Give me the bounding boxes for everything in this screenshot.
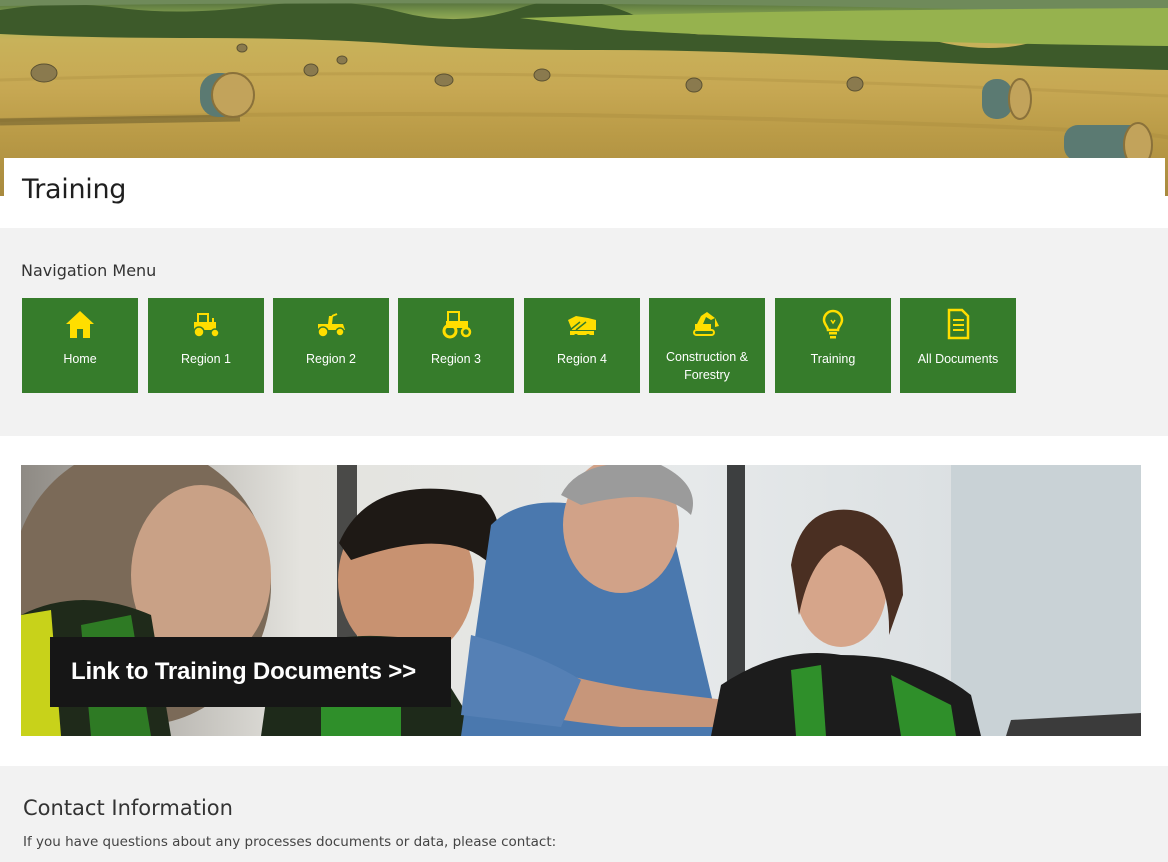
nav-tile-region-4[interactable]: Region 4 [524,298,640,393]
combine-icon [568,316,596,338]
nav-tile-label: All Documents [917,352,999,366]
nav-tile-construction-forestry[interactable]: Construction & Forestry [649,298,765,393]
nav-tile-region-2[interactable]: Region 2 [273,298,389,393]
nav-tile-label: Home [63,352,97,366]
navigation-menu-heading: Navigation Menu [21,261,157,280]
contact-text: If you have questions about any processe… [23,834,557,850]
tractor-icon [193,313,220,338]
training-documents-banner[interactable]: Link to Training Documents >> [21,465,1141,736]
nav-tile-home[interactable]: Home [22,298,138,393]
contact-heading: Contact Information [23,796,233,820]
nav-tile-label: Construction & Forestry [666,350,748,382]
home-icon [66,311,94,338]
excavator-icon [693,312,719,336]
nav-tile-training[interactable]: Training [775,298,891,393]
nav-tile-label: Training [810,352,856,366]
page-title: Training [22,174,127,205]
title-band [4,158,1165,228]
navigation-menu-section: Navigation Menu Home Region 1 Region 2 R… [0,228,1168,436]
nav-tile-label: Region 4 [556,352,608,366]
document-icon [947,308,970,340]
nav-tile-label: Region 3 [430,352,482,366]
nav-tile-label: Region 2 [305,352,357,366]
nav-tile-region-3[interactable]: Region 3 [398,298,514,393]
tractor-icon [442,311,472,339]
contact-section: Contact Information If you have question… [0,766,1168,862]
nav-tile-region-1[interactable]: Region 1 [148,298,264,393]
nav-tile-label: Region 1 [180,352,232,366]
nav-tile-all-documents[interactable]: All Documents [900,298,1016,393]
training-documents-link[interactable]: Link to Training Documents >> [50,637,451,707]
lightbulb-icon [822,309,844,339]
lawn-tractor-icon [317,313,345,338]
